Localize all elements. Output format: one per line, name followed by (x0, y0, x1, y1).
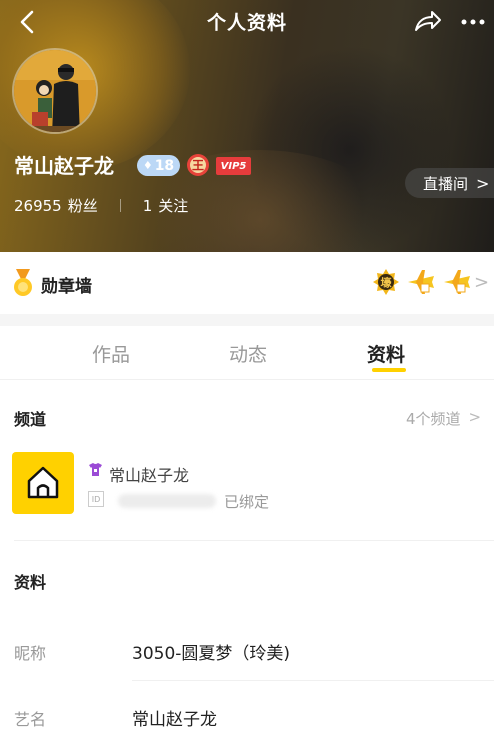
following-label[interactable]: 关注 (158, 195, 188, 216)
chevron-right-icon: > (476, 173, 490, 193)
bound-status: 已绑定 (224, 493, 270, 511)
channel-card[interactable]: 常山赵子龙 ID 已绑定 (12, 452, 482, 516)
plane-medal-icon (408, 270, 434, 294)
plane-medal-icon (444, 270, 470, 294)
tab-works[interactable]: 作品 (92, 340, 130, 367)
channel-name: 常山赵子龙 (109, 466, 190, 485)
shirt-icon (89, 463, 102, 476)
more-dots-icon (461, 19, 485, 25)
tab-feed[interactable]: 动态 (229, 340, 267, 367)
chevron-right-icon: > (468, 408, 482, 426)
section-gap (0, 314, 494, 326)
active-tab-indicator (372, 368, 406, 372)
channel-id-blurred (118, 494, 216, 508)
medal-wall-title: 勋章墙 (41, 277, 92, 297)
id-icon: ID (88, 491, 104, 507)
divider (132, 680, 494, 681)
chevron-right-icon: > (474, 272, 490, 293)
profile-tabs: 作品 动态 资料 (0, 326, 494, 380)
channel-section-title: 频道 (14, 410, 47, 429)
nickname-value: 3050-圆夏梦（玲美) (132, 644, 291, 664)
stats-divider (119, 199, 121, 212)
noble-crest-icon: 王 (187, 154, 209, 176)
channel-thumbnail (12, 452, 74, 514)
stage-name-label: 艺名 (14, 710, 47, 729)
nickname-label: 昵称 (14, 644, 47, 663)
level-icon: ♦ (142, 159, 153, 172)
avatar-illustration (14, 50, 96, 132)
medal-icon (14, 269, 32, 296)
divider (14, 540, 494, 541)
info-section-title: 资料 (14, 573, 47, 592)
share-button[interactable] (412, 8, 442, 36)
vip-badge: VIP5 (216, 157, 251, 175)
noble-badge-char: 王 (192, 159, 204, 173)
rich-medal-icon: 壕 (373, 269, 399, 295)
live-room-label: 直播间 (423, 174, 469, 193)
fans-label[interactable]: 粉丝 (68, 195, 98, 216)
channel-count: 4个频道 (406, 410, 461, 428)
channel-count-link[interactable]: 4个频道 > (406, 408, 481, 429)
level-badge: ♦ 18 (137, 155, 180, 176)
fans-count[interactable]: 26955 (14, 197, 62, 215)
medal-wall-row[interactable]: 勋章墙 壕 > (0, 252, 494, 314)
rich-medal-char: 壕 (381, 276, 393, 290)
top-bar: 个人资料 (0, 0, 494, 44)
more-button[interactable] (458, 8, 488, 36)
noble-badge: 王 (186, 153, 210, 177)
follow-stats: 26955 粉丝 1 关注 (14, 195, 188, 216)
username: 常山赵子龙 (14, 154, 114, 178)
stage-name-value: 常山赵子龙 (132, 710, 217, 730)
share-icon (415, 11, 441, 31)
tab-profile[interactable]: 资料 (367, 340, 405, 367)
following-count[interactable]: 1 (143, 197, 153, 215)
medal-badge-list: 壕 (372, 268, 472, 296)
home-icon (27, 466, 59, 499)
live-room-button[interactable]: 直播间 > (405, 168, 494, 198)
avatar[interactable] (12, 48, 98, 134)
level-value: 18 (154, 157, 175, 174)
